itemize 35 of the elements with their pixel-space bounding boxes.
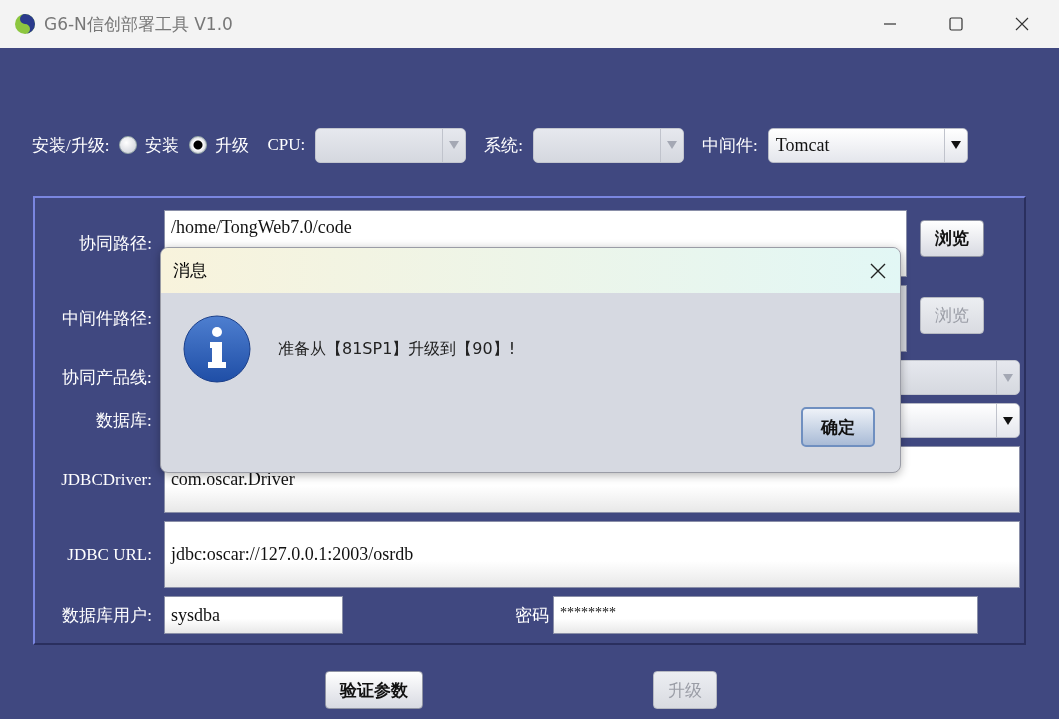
selector-label: CPU: [267, 135, 306, 155]
field-label: 密码 [515, 604, 549, 627]
app-logo-icon [14, 13, 36, 35]
window-title: G6-N信创部署工具 V1.0 [44, 12, 233, 36]
radio-label[interactable]: 升级 [215, 133, 250, 157]
maximize-icon[interactable] [949, 17, 963, 31]
field-label: 中间件路径: [61, 308, 152, 330]
selector-label: 中间件: [702, 134, 758, 157]
action-button[interactable]: 验证参数 [325, 671, 423, 709]
field-label: 协同路径: [78, 233, 152, 255]
radio-button[interactable] [119, 136, 138, 154]
close-icon[interactable] [1015, 17, 1029, 31]
info-icon [183, 315, 251, 383]
password-field[interactable]: ******** [553, 596, 978, 634]
mode-label: 安装/升级: [32, 134, 110, 157]
dialog-message: 准备从【81SP1】升级到【90】! [278, 338, 516, 360]
dropdown-arrow-icon [1003, 373, 1013, 382]
close-icon[interactable] [870, 262, 886, 279]
dropdown-arrow-icon [667, 141, 677, 149]
field-label: 数据库用户: [61, 604, 152, 627]
field-label: JDBC URL: [66, 544, 152, 565]
dropdown-arrow-icon [950, 141, 961, 149]
radio-label[interactable]: 安装 [145, 133, 180, 157]
selector-label: 系统: [484, 134, 523, 157]
radio-button[interactable] [189, 136, 208, 154]
field-label: 数据库: [95, 410, 152, 432]
dropdown-arrow-icon [449, 141, 460, 149]
dropdown[interactable]: Tomcat [767, 127, 968, 163]
field-label: JDBCDriver: [60, 469, 152, 490]
field-label: 协同产品线: [61, 367, 152, 389]
browse-button[interactable]: 浏览 [920, 220, 984, 257]
ok-button[interactable]: 确定 [801, 407, 875, 447]
dropdown-arrow-icon [1003, 416, 1013, 425]
text-field[interactable]: jdbc:oscar://127.0.0.1:2003/osrdb [163, 521, 1020, 588]
username-field[interactable]: sysdba [164, 596, 343, 634]
